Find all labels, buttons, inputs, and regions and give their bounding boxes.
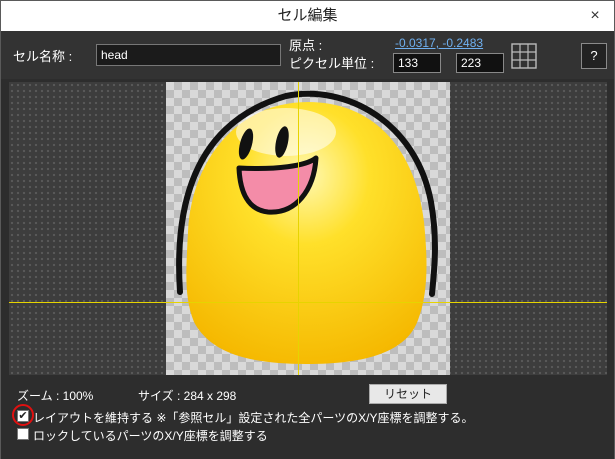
title-bar: セル編集 × [1,1,614,31]
status-area: ズーム : 100% サイズ : 284 x 298 リセット ✔ レイアウトを… [1,377,614,459]
grid-icon [511,43,537,69]
cell-size: サイズ : 284 x 298 [138,389,237,403]
zoom-level: ズーム : 100% [17,389,94,403]
origin-label: 原点 : [289,38,323,53]
origin-value-link[interactable]: -0.0317, -0.2483 [395,36,483,50]
reset-button[interactable]: リセット [369,384,447,404]
vertical-origin-guide [298,82,299,375]
highlight-ring [12,404,34,426]
pixel-y-input[interactable]: 223 [456,53,504,73]
locked-parts-checkbox[interactable] [17,428,29,440]
close-button[interactable]: × [584,5,606,27]
keep-layout-label: レイアウトを維持する ※「参照セル」設定された全パーツのX/Y座標を調整する。 [33,411,474,425]
window-title: セル編集 [277,7,338,24]
locked-parts-label: ロックしているパーツのX/Y座標を調整する [33,429,268,443]
grid-button[interactable] [511,43,537,69]
cell-properties-bar: セル名称 : head 原点 : -0.0317, -0.2483 ピクセル単位… [1,31,614,79]
cell-preview-canvas[interactable] [9,82,607,375]
smiley-head-image [176,90,438,364]
cell-name-input[interactable]: head [96,44,281,66]
pixel-unit-label: ピクセル単位 : [289,56,375,71]
help-button[interactable]: ? [581,43,607,69]
cell-name-label: セル名称 : [13,49,73,64]
pixel-x-input[interactable]: 133 [393,53,441,73]
cell-edit-dialog: セル編集 × セル名称 : head 原点 : -0.0317, -0.2483… [0,0,615,459]
horizontal-origin-guide [9,302,607,303]
